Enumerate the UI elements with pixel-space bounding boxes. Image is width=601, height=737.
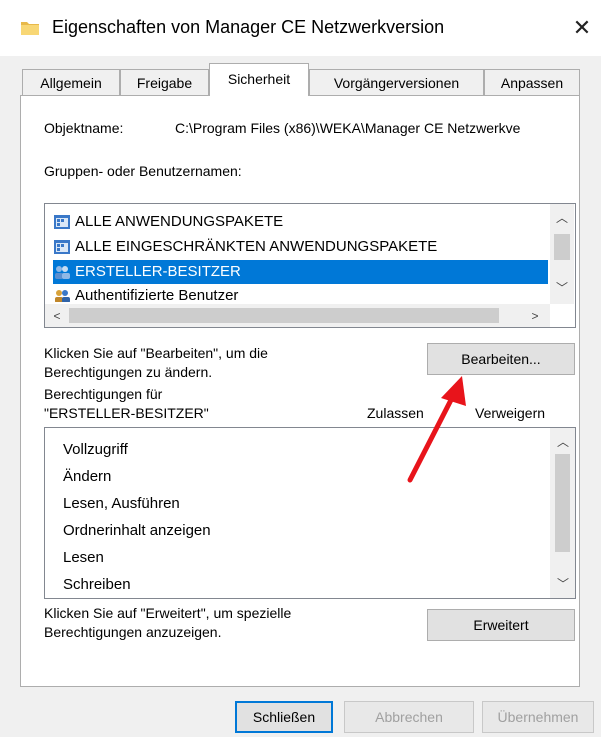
object-name-label: Objektname: — [44, 120, 124, 136]
advanced-button[interactable]: Erweitert — [427, 609, 575, 641]
list-item[interactable]: ALLE EINGESCHRÄNKTEN ANWENDUNGSPAKETE — [53, 235, 548, 259]
red-arrow-annotation — [407, 376, 466, 483]
scroll-thumb[interactable] — [554, 234, 570, 260]
users-icon — [53, 264, 71, 280]
scroll-down-icon[interactable]: ﹀ — [552, 278, 572, 298]
permissions-listbox[interactable]: Vollzugriff Ändern Lesen, Ausführen Ordn… — [44, 427, 576, 599]
tab-anpassen[interactable]: Anpassen — [484, 69, 580, 95]
object-name-value: C:\Program Files (x86)\WEKA\Manager CE N… — [175, 120, 521, 136]
group-name: Authentifizierte Benutzer — [75, 287, 239, 302]
list-item[interactable]: Authentifizierte Benutzer — [53, 284, 548, 302]
scroll-left-icon[interactable]: < — [47, 306, 67, 326]
scroll-right-icon[interactable]: > — [525, 306, 545, 326]
advanced-hint-line2: Berechtigungen anzuzeigen. — [44, 624, 222, 640]
groups-label: Gruppen- oder Benutzernamen: — [44, 163, 242, 179]
permissions-vertical-scrollbar[interactable]: ︿ ﹀ — [550, 428, 575, 598]
permissions-for-label: Berechtigungen für — [44, 386, 163, 402]
groups-listbox[interactable]: ALLE ANWENDUNGSPAKETE ALLE EINGESCHRÄNKT… — [44, 203, 576, 328]
permission-item: Schreiben — [63, 576, 131, 593]
groups-vertical-scrollbar[interactable]: ︿ ﹀ — [550, 204, 574, 304]
tab-sicherheit[interactable]: Sicherheit — [209, 63, 309, 96]
scroll-thumb[interactable] — [69, 308, 499, 323]
group-name: ERSTELLER-BESITZER — [75, 263, 241, 280]
folder-icon — [20, 20, 40, 36]
close-window-button[interactable]: ✕ — [568, 14, 596, 42]
list-item[interactable]: ALLE ANWENDUNGSPAKETE — [53, 210, 548, 234]
permission-item: Vollzugriff — [63, 441, 128, 458]
tab-freigabe[interactable]: Freigabe — [120, 69, 209, 95]
group-name: ALLE EINGESCHRÄNKTEN ANWENDUNGSPAKETE — [75, 238, 438, 255]
list-item-selected[interactable]: ERSTELLER-BESITZER — [53, 260, 548, 284]
tab-vorgaengerversionen[interactable]: Vorgängerversionen — [309, 69, 484, 95]
app-package-icon — [53, 214, 71, 230]
arrow-head — [441, 376, 466, 406]
cancel-button[interactable]: Abbrechen — [344, 701, 474, 733]
groups-horizontal-scrollbar[interactable]: < > — [45, 304, 550, 327]
edit-hint: Klicken Sie auf "Bearbeiten", um die — [44, 345, 268, 361]
window-title: Eigenschaften von Manager CE Netzwerkver… — [52, 17, 445, 37]
permission-item: Ändern — [63, 468, 112, 485]
app-package-icon — [53, 239, 71, 255]
apply-button[interactable]: Übernehmen — [482, 701, 594, 733]
users-icon — [53, 288, 71, 302]
close-button[interactable]: Schließen — [235, 701, 333, 733]
permission-item: Lesen — [63, 549, 104, 566]
tab-allgemein[interactable]: Allgemein — [22, 69, 120, 95]
scroll-up-icon[interactable]: ︿ — [552, 208, 572, 228]
scroll-down-icon[interactable]: ﹀ — [553, 574, 573, 594]
permission-item: Lesen, Ausführen — [63, 495, 180, 512]
deny-column-header: Verweigern — [475, 405, 546, 421]
edit-hint-line2: Berechtigungen zu ändern. — [44, 364, 213, 380]
arrow-shaft — [407, 395, 455, 483]
permissions-for-name: "ERSTELLER-BESITZER" — [44, 405, 209, 421]
scroll-thumb[interactable] — [555, 454, 570, 552]
group-name: ALLE ANWENDUNGSPAKETE — [75, 213, 284, 230]
scroll-up-icon[interactable]: ︿ — [553, 432, 573, 452]
advanced-hint: Klicken Sie auf "Erweitert", um speziell… — [44, 605, 292, 621]
permission-item: Ordnerinhalt anzeigen — [63, 522, 211, 539]
